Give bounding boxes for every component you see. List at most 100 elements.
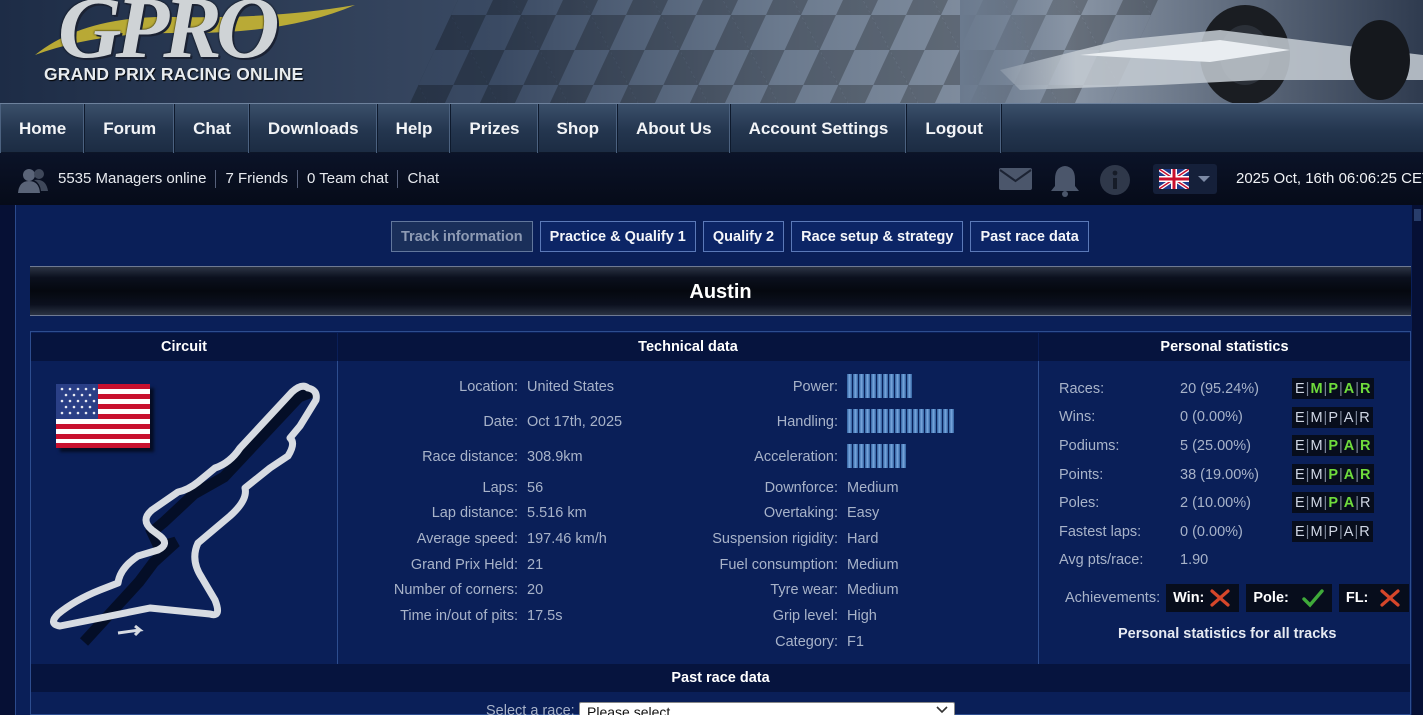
bar-segment — [895, 444, 900, 468]
technical-heading: Technical data — [338, 333, 1038, 361]
bar-segment — [907, 409, 912, 433]
achievement-fl: FL: — [1338, 584, 1410, 612]
tech-label-tyre-wear: Tyre wear: — [770, 582, 838, 598]
tech-label-average-speed: Average speed: — [416, 531, 518, 547]
empar-letter: P — [1328, 409, 1338, 426]
team-chat-link[interactable]: 0 Team chat — [296, 170, 397, 188]
nav-shop[interactable]: Shop — [539, 104, 619, 153]
achievement-win: Win: — [1166, 584, 1240, 612]
language-selector[interactable] — [1153, 164, 1217, 194]
achievement-win-label: Win: — [1173, 590, 1205, 606]
bar-segment — [895, 374, 900, 398]
stat-value-points: 38 (19.00%) — [1180, 467, 1259, 483]
friends-link[interactable]: 7 Friends — [215, 170, 297, 188]
achievement-fl-label: FL: — [1345, 590, 1369, 606]
tech-label-corners: Number of corners: — [393, 582, 518, 598]
bar-segment — [895, 409, 900, 433]
stat-value-wins: 0 (0.00%) — [1180, 409, 1243, 425]
empar-letter: E — [1295, 466, 1305, 483]
stat-label-races: Races: — [1059, 381, 1105, 397]
bar-segment — [877, 444, 882, 468]
nav-forum[interactable]: Forum — [85, 104, 176, 153]
stat-label-avg-pts: Avg pts/race: — [1059, 552, 1144, 568]
scrollbar-thumb[interactable] — [1414, 209, 1421, 221]
nav-prizes[interactable]: Prizes — [451, 104, 539, 153]
bar-segment — [889, 374, 894, 398]
bar-segment — [907, 374, 912, 398]
logo-subtitle: GRAND PRIX RACING ONLINE — [44, 64, 304, 84]
nav-about-us[interactable]: About Us — [618, 104, 731, 153]
empar-letter: M — [1310, 409, 1323, 426]
mail-icon[interactable] — [998, 167, 1033, 191]
bar-segment — [853, 409, 858, 433]
tech-label-fuel: Fuel consumption: — [719, 557, 838, 573]
bar-segment — [901, 374, 906, 398]
empar-letter: E — [1295, 380, 1305, 397]
race-select-value: Please select — [587, 704, 671, 715]
empar-letter: P — [1328, 523, 1338, 540]
tech-value-overtaking: Easy — [847, 505, 880, 521]
tech-label-laps: Laps: — [482, 480, 518, 496]
info-icon[interactable] — [1099, 164, 1131, 196]
bell-icon[interactable] — [1049, 163, 1081, 197]
race-select[interactable]: Please select — [579, 702, 955, 715]
nav-account-settings[interactable]: Account Settings — [731, 104, 908, 153]
bar-segment — [931, 409, 936, 433]
bar-segment — [847, 444, 852, 468]
nav-help[interactable]: Help — [378, 104, 452, 153]
nav-chat[interactable]: Chat — [175, 104, 250, 153]
track-title: Austin — [689, 281, 752, 303]
empar-letter: R — [1360, 494, 1371, 511]
stat-value-fastest-laps: 0 (0.00%) — [1180, 524, 1243, 540]
nav-home[interactable]: Home — [0, 104, 86, 153]
tab-qualify-2[interactable]: Qualify 2 — [702, 221, 785, 252]
stat-label-wins: Wins: — [1059, 409, 1096, 425]
tech-value-date: Oct 17th, 2025 — [527, 414, 623, 430]
tech-value-laps: 56 — [527, 480, 544, 496]
tab-past-race-data[interactable]: Past race data — [970, 221, 1089, 252]
tech-label-lap-distance: Lap distance: — [431, 505, 518, 521]
bar-segment — [901, 409, 906, 433]
server-clock: 2025 Oct, 16th 06:06:25 CET — [1236, 170, 1423, 187]
tech-label-power: Power: — [792, 379, 838, 395]
tab-practice-qualify-1[interactable]: Practice & Qualify 1 — [539, 221, 696, 252]
empar-podiums: E | M | P | A | R — [1292, 435, 1374, 456]
tech-value-lap-distance: 5.516 km — [527, 505, 587, 521]
cross-icon — [1378, 586, 1402, 610]
gpro-logo[interactable]: GPRO GRAND PRIX RACING ONLINE — [20, 0, 355, 90]
empar-letter: R — [1359, 523, 1370, 540]
scrollbar[interactable] — [1412, 205, 1423, 715]
chat-link[interactable]: Chat — [397, 170, 448, 188]
tech-label-acceleration: Acceleration: — [754, 449, 838, 465]
column-divider — [337, 361, 338, 664]
achievement-pole: Pole: — [1246, 584, 1332, 612]
all-tracks-stats-link[interactable]: Personal statistics for all tracks — [1118, 626, 1336, 642]
tech-label-race-distance: Race distance: — [422, 449, 518, 465]
empar-letter: M — [1310, 494, 1323, 511]
empar-wins: E | M | P | A | R — [1292, 407, 1373, 428]
bar-segment — [871, 409, 876, 433]
managers-online-link[interactable]: 5535 Managers online — [58, 170, 215, 188]
bar-segment — [883, 409, 888, 433]
empar-races: E | M | P | A | R — [1292, 378, 1374, 399]
bar-segment — [865, 374, 870, 398]
nav-downloads[interactable]: Downloads — [250, 104, 378, 153]
empar-letter: M — [1310, 466, 1323, 483]
tab-race-setup[interactable]: Race setup & strategy — [791, 221, 964, 252]
handling-bar — [847, 409, 954, 433]
select-race-label: Select a race: — [486, 703, 575, 715]
left-edge — [0, 205, 15, 715]
nav-logout[interactable]: Logout — [907, 104, 1002, 153]
bar-segment — [865, 444, 870, 468]
empar-letter: A — [1343, 437, 1355, 454]
cross-icon — [1208, 586, 1232, 610]
empar-letter: A — [1343, 409, 1354, 426]
bar-segment — [853, 374, 858, 398]
tech-value-corners: 20 — [527, 582, 544, 598]
tech-value-pit-time: 17.5s — [527, 608, 563, 624]
bar-segment — [871, 444, 876, 468]
empar-letter: E — [1295, 437, 1305, 454]
bar-segment — [871, 374, 876, 398]
bar-segment — [919, 409, 924, 433]
tab-track-information[interactable]: Track information — [391, 221, 533, 252]
